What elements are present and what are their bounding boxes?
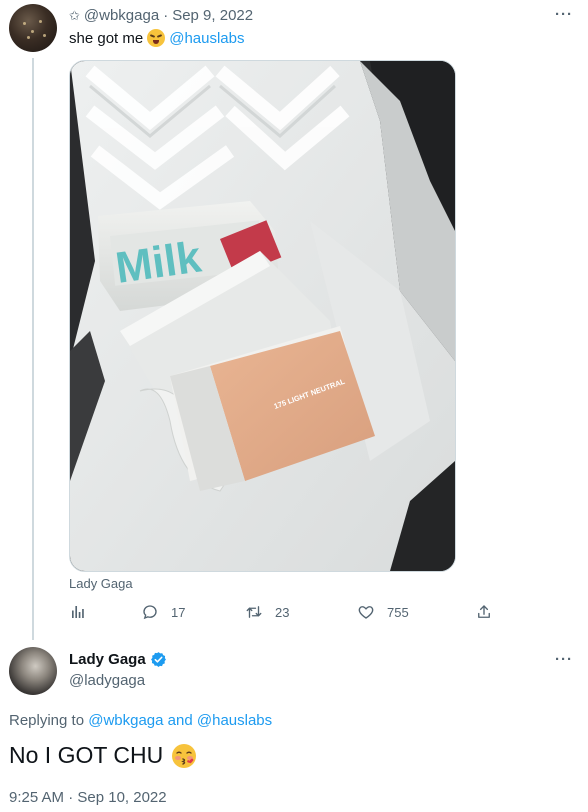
kissing-face-emoji-icon	[172, 743, 197, 768]
reply-icon	[143, 605, 157, 620]
author-handle[interactable]: @wbkgaga	[84, 7, 159, 24]
tweet-header: ✩ @wbkgaga · Sep 9, 2022	[69, 7, 253, 24]
like-button[interactable]: 755	[357, 603, 409, 621]
thread-connector-line	[32, 58, 34, 640]
tweet-photo[interactable]: Milk 175 LIGHT NEUTRAL	[69, 60, 456, 572]
reply-author-handle[interactable]: @ladygaga	[69, 672, 145, 689]
reply-author-name-row[interactable]: Lady Gaga	[69, 651, 167, 668]
like-count: 755	[387, 604, 409, 620]
mention-link[interactable]: @hauslabs	[169, 30, 244, 47]
image-caption[interactable]: Lady Gaga	[69, 576, 133, 591]
retweet-icon	[246, 606, 262, 618]
reply-button[interactable]: 17	[141, 603, 185, 621]
replying-and-label: and	[167, 712, 193, 729]
reply-text-body: No I GOT CHU	[9, 742, 164, 768]
share-button[interactable]	[475, 603, 493, 621]
star-icon: ✩	[69, 7, 80, 23]
analytics-button[interactable]	[69, 603, 87, 621]
reply-author-name[interactable]: Lady Gaga	[69, 651, 146, 668]
header-separator: ·	[163, 7, 169, 24]
reply-timestamp[interactable]: 9:25 AM · Sep 10, 2022	[9, 789, 167, 806]
replying-to-label: Replying to	[9, 712, 85, 729]
retweet-count: 23	[275, 604, 290, 620]
verified-badge-icon	[150, 652, 166, 667]
tweet-date[interactable]: Sep 9, 2022	[172, 7, 253, 24]
reply-author-avatar[interactable]	[9, 647, 57, 695]
analytics-icon	[72, 606, 84, 618]
face-with-steam-emoji-icon	[147, 29, 166, 47]
reply-text: No I GOT CHU	[9, 742, 197, 769]
reply-count: 17	[171, 604, 186, 620]
reply-more-options-icon[interactable]: ···	[555, 651, 573, 668]
heart-icon	[358, 606, 374, 619]
tweet-text-body: she got me	[69, 29, 144, 47]
replying-user-link-1[interactable]: @wbkgaga	[88, 712, 163, 729]
share-icon	[478, 605, 490, 618]
author-avatar[interactable]	[9, 4, 57, 52]
replying-user-link-2[interactable]: @hauslabs	[197, 712, 272, 729]
retweet-button[interactable]: 23	[245, 603, 289, 621]
tweet-actions-bar: 17 23 755	[69, 603, 509, 625]
tweet-text: she got me @hauslabs	[69, 29, 245, 47]
more-options-icon[interactable]: ···	[555, 6, 573, 23]
replying-to-line: Replying to @wbkgaga and @hauslabs	[9, 712, 272, 729]
